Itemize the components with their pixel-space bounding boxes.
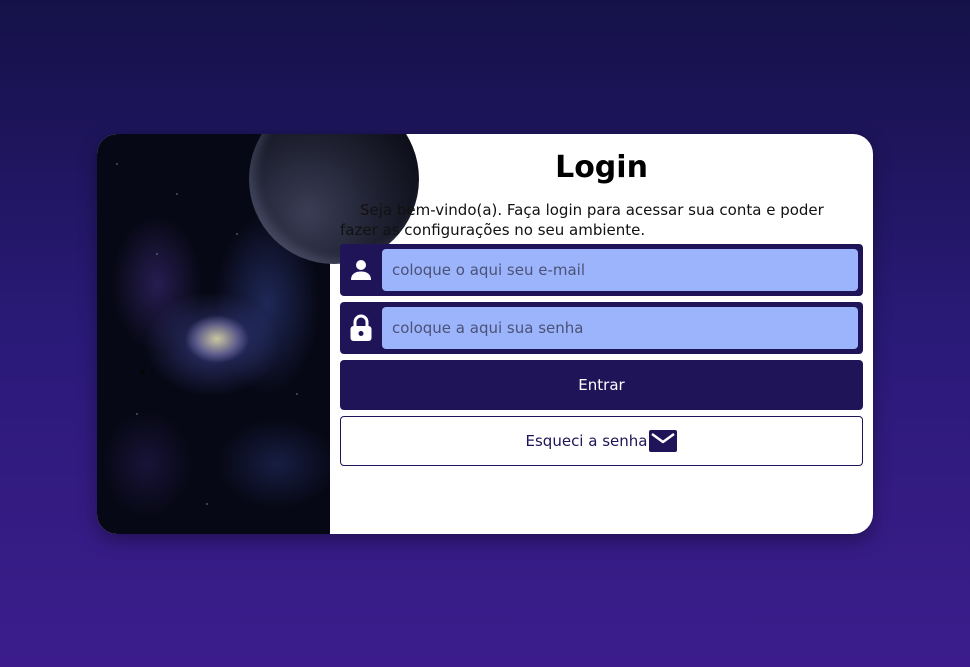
- email-field-group: [340, 244, 863, 296]
- forgot-password-label: Esqueci a senha: [525, 432, 648, 450]
- login-form: Login Seja bem-vindo(a). Faça login para…: [330, 134, 873, 534]
- welcome-text: Seja bem-vindo(a). Faça login para acess…: [340, 201, 824, 239]
- forgot-password-button[interactable]: Esqueci a senha: [340, 416, 863, 466]
- password-input[interactable]: [382, 307, 858, 349]
- mail-icon: [649, 430, 678, 452]
- email-input[interactable]: [382, 249, 858, 291]
- login-button-label: Entrar: [578, 376, 625, 394]
- login-card: Login Seja bem-vindo(a). Faça login para…: [97, 134, 873, 534]
- login-button[interactable]: Entrar: [340, 360, 863, 410]
- page-title: Login: [555, 150, 648, 185]
- lock-icon: [340, 302, 382, 354]
- dark-dot-decoration: [140, 369, 145, 374]
- space-illustration: [97, 134, 419, 534]
- password-field-group: [340, 302, 863, 354]
- user-icon: [340, 244, 382, 296]
